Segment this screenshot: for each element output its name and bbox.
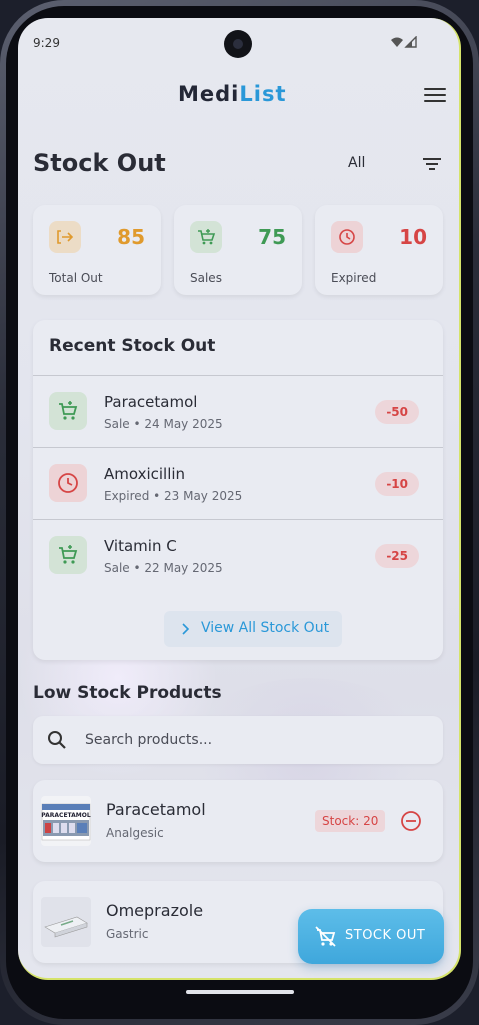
filter-icon[interactable] (422, 156, 442, 170)
list-item[interactable]: Amoxicillin Expired • 23 May 2025 -10 (33, 447, 443, 520)
clock-icon (331, 221, 363, 253)
list-item[interactable]: Vitamin C Sale • 22 May 2025 -25 (33, 519, 443, 592)
page-title: Stock Out (33, 149, 166, 177)
clock-icon (49, 464, 87, 502)
item-subtitle: Sale • 22 May 2025 (104, 561, 223, 575)
stat-value: 85 (117, 225, 145, 249)
search-placeholder: Search products... (85, 732, 213, 748)
cart-icon (49, 536, 87, 574)
home-indicator[interactable] (186, 990, 294, 994)
front-camera (224, 30, 252, 58)
stat-value: 75 (258, 225, 286, 249)
section-title: Low Stock Products (33, 683, 222, 703)
stat-label: Sales (190, 271, 222, 285)
view-all-label: View All Stock Out (201, 620, 330, 636)
product-image: PARACETAMOL (41, 796, 91, 846)
product-name: Paracetamol (106, 800, 206, 819)
search-input[interactable]: Search products... (33, 716, 443, 764)
quantity-badge: -25 (375, 544, 419, 568)
wifi-signal-icon (391, 35, 417, 48)
recent-stock-out-card: Recent Stock Out Paracetamol Sale • 24 M… (33, 320, 443, 660)
fab-label: STOCK OUT (345, 928, 426, 943)
stock-badge: Stock: 20 (315, 810, 386, 832)
stat-card-total-out[interactable]: 85 Total Out (33, 205, 161, 295)
search-icon (48, 731, 66, 749)
product-name: Omeprazole (106, 901, 204, 920)
item-name: Vitamin C (104, 537, 177, 555)
view-all-button[interactable]: View All Stock Out (164, 611, 342, 647)
product-image-text: PARACETAMOL (41, 812, 91, 819)
quantity-badge: -50 (375, 400, 419, 424)
remove-icon[interactable] (400, 810, 422, 832)
item-name: Paracetamol (104, 393, 198, 411)
stat-card-expired[interactable]: 10 Expired (315, 205, 443, 295)
list-item[interactable]: Paracetamol Sale • 24 May 2025 -50 (33, 375, 443, 448)
product-image (41, 897, 91, 947)
stat-label: Total Out (49, 271, 103, 285)
remove-cart-icon (315, 926, 336, 947)
stat-card-sales[interactable]: 75 Sales (174, 205, 302, 295)
item-subtitle: Expired • 23 May 2025 (104, 489, 243, 503)
product-card[interactable]: PARACETAMOL Paracetamol Analgesic Stock:… (33, 780, 443, 862)
section-title: Recent Stock Out (49, 336, 216, 356)
stat-value: 10 (399, 225, 427, 249)
app-logo: MediList (178, 82, 287, 106)
status-icons (390, 35, 420, 51)
app-screen: 9:29 MediList Stock Out All 85 Total Out (18, 18, 461, 980)
cart-icon (190, 221, 222, 253)
item-subtitle: Sale • 24 May 2025 (104, 417, 223, 431)
menu-icon[interactable] (424, 88, 446, 104)
status-time: 9:29 (33, 36, 60, 50)
stock-out-fab[interactable]: STOCK OUT (298, 909, 444, 964)
product-category: Analgesic (106, 826, 164, 840)
exit-icon (49, 221, 81, 253)
chevron-right-icon (182, 623, 190, 635)
filter-selected[interactable]: All (348, 155, 365, 171)
quantity-badge: -10 (375, 472, 419, 496)
cart-icon (49, 392, 87, 430)
product-category: Gastric (106, 927, 149, 941)
item-name: Amoxicillin (104, 465, 186, 483)
stat-label: Expired (331, 271, 377, 285)
